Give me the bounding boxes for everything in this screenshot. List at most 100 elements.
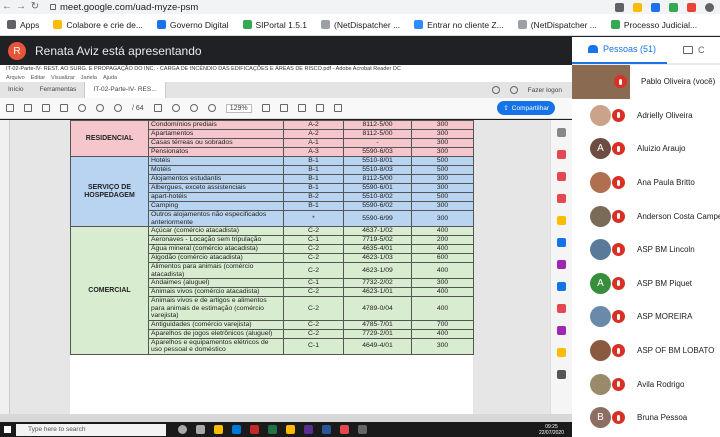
bookmark-item[interactable]: (NetDispatcher ... [314,20,407,30]
participant-item[interactable]: B Bruna Pessoa [572,401,720,435]
forward-arrow-icon[interactable]: → [14,0,28,14]
share-button[interactable]: ⇪ Compartilhar [497,101,555,115]
participant-item[interactable]: ASP BM Lincoln [572,233,720,267]
participant-item[interactable]: ASP MOREIRA [572,300,720,334]
participant-item[interactable]: A ASP BM Piquet [572,267,720,301]
presenter-text: Renata Aviz está apresentando [35,44,202,58]
help-icon[interactable] [491,86,500,94]
left-panel-rail[interactable] [0,120,10,414]
extension-icon[interactable] [687,2,696,12]
reload-icon[interactable]: ↻ [28,0,42,14]
windows-start-button[interactable] [0,422,14,437]
hand-icon[interactable] [171,104,180,112]
division-cell: C-2 [283,296,344,321]
screen-bottom-strip [0,414,572,422]
bookmark-item[interactable]: SIPortal 1.5.1 [236,20,315,30]
sign-icon[interactable] [333,104,342,112]
participant-item[interactable]: A Aluizio Araujo [572,132,720,166]
scroll-mode-icon[interactable] [279,104,288,112]
app-icon[interactable] [304,425,313,434]
menu-item[interactable]: Visualizar [51,74,75,82]
profile-icon[interactable] [705,2,714,12]
word-icon[interactable] [322,425,331,434]
upload-icon[interactable] [24,104,32,112]
document-area[interactable]: RESIDENCIAL Condomínios prediais A-2 8112-5… [0,120,572,414]
cnae-cell: 5510-8/02 [343,192,412,202]
menu-item[interactable]: Arquivo [6,74,25,82]
menu-item[interactable]: Ajuda [103,74,117,82]
zoom-in-icon[interactable] [207,104,216,112]
description-cell: Algodão (comércio atacadista) [148,253,284,263]
send-icon[interactable] [557,326,566,335]
extension-icon[interactable] [651,2,660,12]
tab-tools[interactable]: Ferramentas [32,82,85,98]
star-icon[interactable] [633,2,642,12]
combine-icon[interactable] [557,238,566,247]
chrome-icon[interactable] [214,425,223,434]
organize-icon[interactable] [557,260,566,269]
tab-people[interactable]: Pessoas (51) [572,36,667,64]
mail-icon[interactable] [60,104,68,112]
folder-icon[interactable] [286,425,295,434]
create-pdf-icon[interactable] [557,172,566,181]
bookmark-label: Entrar no cliente Z... [427,19,504,30]
participant-item[interactable]: Anderson Costa Campe [572,199,720,233]
select-cursor-icon[interactable] [153,104,162,112]
bookmark-item[interactable]: » [704,20,720,30]
highlight-icon[interactable] [315,104,324,112]
presenter-avatar: R [8,42,26,60]
cnae-cell: 5510-8/03 [343,165,412,175]
participant-item[interactable]: Adrielly Oliveira [572,99,720,133]
app-icon[interactable] [358,425,367,434]
address-bar[interactable]: meet.google.com/uad-myze-psm [50,2,615,13]
export-pdf-icon[interactable] [557,150,566,159]
zoom-out-icon[interactable] [189,104,198,112]
participant-item[interactable]: ASP OF BM LOBATO [572,334,720,368]
page-down-icon[interactable] [114,104,122,112]
login-link[interactable]: Fazer logon [528,87,562,94]
bookmark-favicon-icon [414,20,424,29]
bookmark-item[interactable]: Governo Digital [150,20,236,30]
taskbar-search[interactable]: Type here to search [16,423,166,436]
protect-icon[interactable] [557,282,566,291]
bookmark-item[interactable]: Entrar no cliente Z... [407,20,511,30]
comment-icon[interactable] [557,216,566,225]
access-icon[interactable] [250,425,259,434]
task-view-icon[interactable] [196,425,205,434]
comment-icon[interactable] [297,104,306,112]
tab-chat[interactable]: C [667,36,705,64]
mic-off-icon [612,142,625,156]
bookmark-item[interactable]: Colabore e crie de... [46,20,150,30]
search-icon[interactable] [78,104,86,112]
extension-icon[interactable] [669,2,678,12]
system-clock[interactable]: 09:25 22/07/2020 [539,424,564,436]
cortana-icon[interactable] [178,425,187,434]
tab-home[interactable]: Início [0,82,32,98]
page-up-icon[interactable] [96,104,104,112]
bookmark-item[interactable]: Processo Judicial... [604,20,704,30]
search-icon[interactable] [557,128,566,137]
more-tools-icon[interactable] [557,370,566,379]
fill-sign-icon[interactable] [557,304,566,313]
save-icon[interactable] [6,104,14,112]
participant-item[interactable]: Pablo Oliveira (você) [572,64,720,99]
participant-item[interactable]: Ana Paula Britto [572,166,720,200]
fire-load-cell: 500 [411,156,474,166]
stamp-icon[interactable] [557,348,566,357]
edge-icon[interactable] [232,425,241,434]
bookmark-item[interactable]: Apps [0,20,46,30]
bookmark-item[interactable]: (NetDispatcher ... [511,20,604,30]
bell-icon[interactable] [509,86,518,94]
participant-item[interactable]: Avila Rodrigo [572,367,720,401]
menu-item[interactable]: Editar [31,74,45,82]
print-icon[interactable] [42,104,50,112]
menu-item[interactable]: Janela [81,74,97,82]
fit-page-icon[interactable] [261,104,270,112]
tab-document[interactable]: IT-02-Parte-IV- RES... [84,82,166,98]
edit-pdf-icon[interactable] [557,194,566,203]
back-arrow-icon[interactable]: ← [0,0,14,14]
acrobat-icon[interactable] [340,425,349,434]
excel-icon[interactable] [268,425,277,434]
zoom-select[interactable]: 129% [225,103,252,113]
camera-icon[interactable] [615,2,624,12]
